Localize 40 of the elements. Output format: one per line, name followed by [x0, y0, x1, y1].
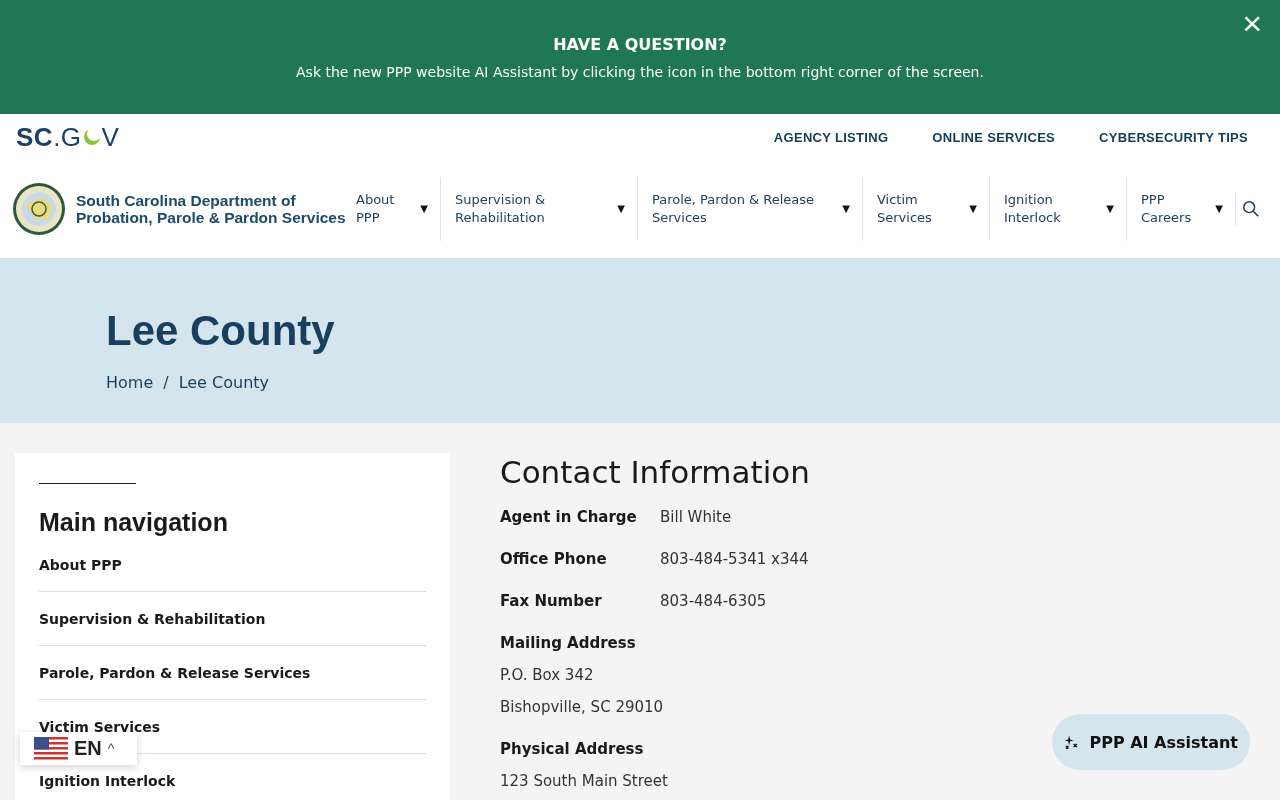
sidebar-link[interactable]: Ignition Interlock: [39, 772, 176, 790]
field-value: 803-484-6305: [660, 591, 767, 612]
field-value: Bill White: [660, 507, 732, 528]
field-value: 123 South Main Street: [500, 771, 669, 792]
top-link[interactable]: ONLINE SERVICES: [932, 129, 1056, 145]
breadcrumb-link[interactable]: Home: [106, 373, 154, 392]
nav-menu-item[interactable]: Supervision & Rehabilitation ▼: [440, 177, 637, 241]
language-selector[interactable]: EN ^: [20, 732, 137, 765]
nav-menu-item[interactable]: Ignition Interlock ▼: [989, 177, 1126, 241]
field-label: Fax Number: [500, 591, 603, 612]
field-label: Agent in Charge: [500, 507, 638, 528]
close-button[interactable]: ×: [1238, 6, 1266, 40]
nav-menu-item[interactable]: Victim Services ▼: [862, 177, 989, 241]
seal-icon: [12, 182, 66, 236]
flag-icon: [34, 736, 68, 761]
top-link[interactable]: CYBERSECURITY TIPS: [1099, 129, 1248, 145]
section-title: Contact Information: [500, 453, 810, 491]
nav-menu-item[interactable]: About PPP ▼: [356, 177, 440, 241]
sidebar-link[interactable]: Supervision & Rehabilitation: [39, 610, 266, 628]
search-icon[interactable]: [1235, 192, 1260, 226]
field-label: Office Phone: [500, 549, 608, 570]
top-link[interactable]: AGENCY LISTING: [773, 129, 889, 145]
sidebar-link[interactable]: About PPP: [39, 556, 122, 574]
field-value: Bishopville, SC 29010: [500, 697, 665, 718]
breadcrumb-separator: /: [163, 373, 169, 392]
page-title: Lee County: [106, 306, 336, 356]
nav-menu-item[interactable]: PPP Careers ▼: [1126, 177, 1235, 241]
agency-name[interactable]: South Carolina Department of Probation, Parole & Pardon Services: [76, 192, 348, 226]
sidebar-link[interactable]: Parole, Pardon & Release Services: [39, 664, 311, 682]
ai-assistant-button[interactable]: PPP AI Assistant: [1052, 714, 1250, 770]
field-value: P.O. Box 342: [500, 665, 595, 686]
field-label: Mailing Address: [500, 633, 637, 654]
field-label: Physical Address: [500, 739, 645, 760]
banner-title: HAVE A QUESTION?: [553, 34, 727, 54]
sidebar-title: Main navigation: [39, 507, 229, 538]
field-value: 803-484-5341 x344: [660, 549, 809, 570]
nav-menu-item[interactable]: Parole, Pardon & Release Services ▼: [637, 177, 862, 241]
scgov-logo[interactable]: SC.G V: [16, 121, 120, 153]
breadcrumb-link[interactable]: Lee County: [178, 373, 270, 392]
banner-text: Ask the new PPP website AI Assistant by clicking the icon in the bottom right corner of the screen.: [296, 63, 984, 80]
